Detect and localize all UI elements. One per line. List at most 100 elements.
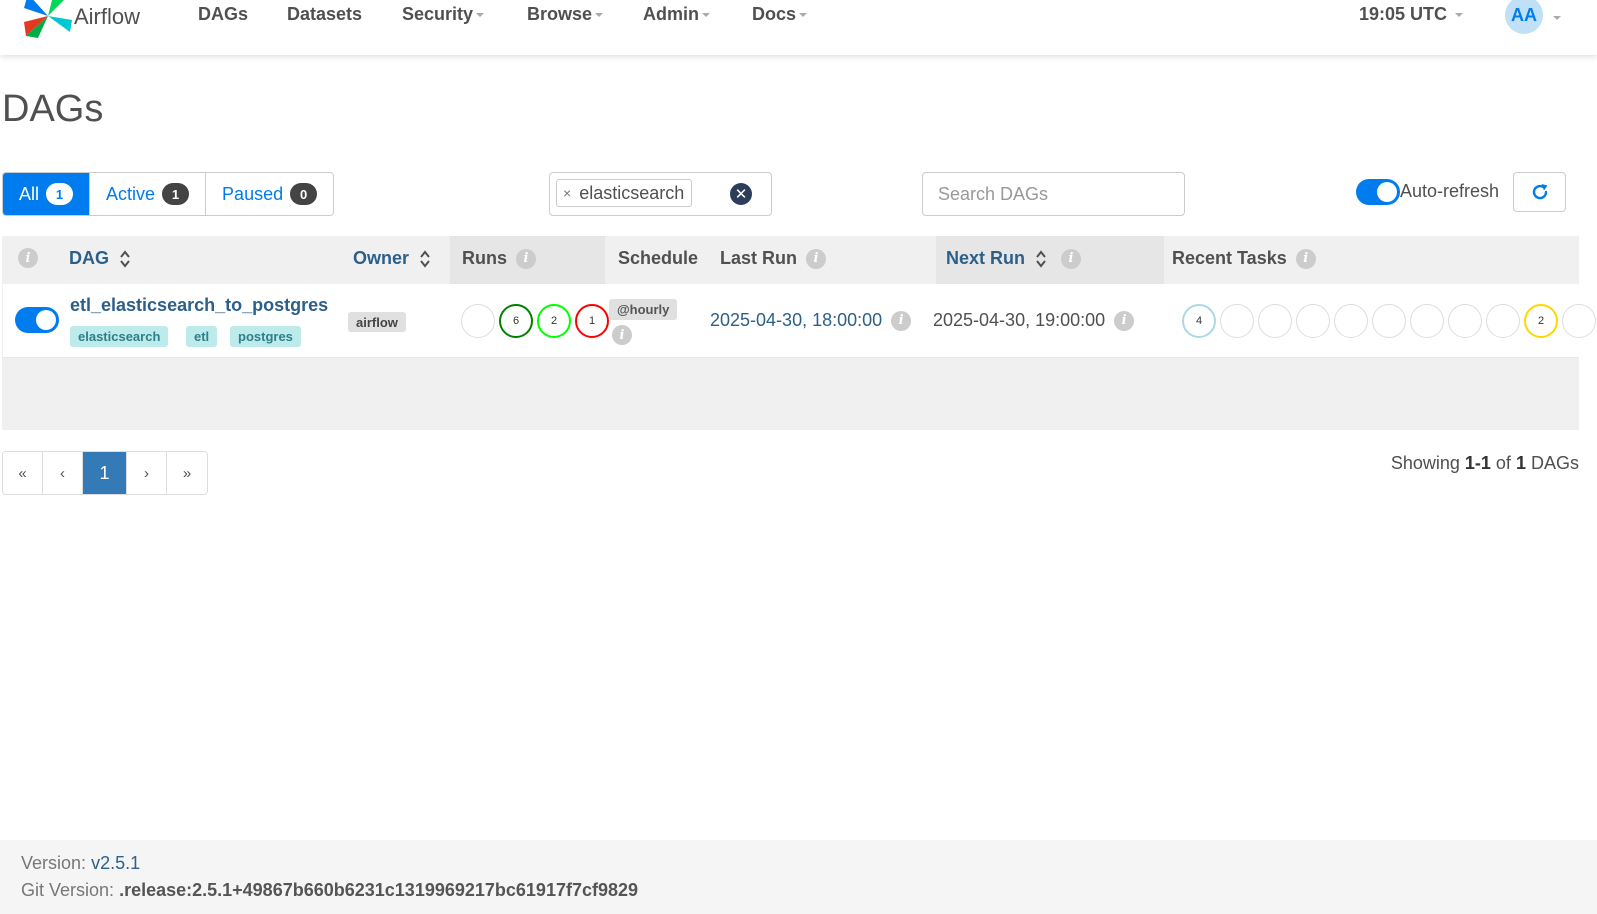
toggle-knob <box>1377 182 1397 202</box>
version-line: Version: v2.5.1 <box>21 853 1576 874</box>
chevron-down-icon <box>595 13 604 18</box>
timezone-menu[interactable]: 19:05 UTC <box>1359 4 1464 25</box>
version-link[interactable]: v2.5.1 <box>91 853 140 873</box>
last-run: 2025-04-30, 18:00:00 i <box>710 310 912 331</box>
filter-active-button[interactable]: Active 1 <box>90 173 207 215</box>
sort-icon <box>120 249 130 268</box>
auto-refresh-label: Auto-refresh <box>1400 181 1500 201</box>
page-title: DAGs <box>2 88 104 130</box>
nav-security[interactable]: Security <box>402 4 485 25</box>
chevron-down-icon <box>1455 13 1464 18</box>
task-state-circle[interactable] <box>1486 304 1520 338</box>
showing-of: of <box>1495 453 1511 473</box>
sort-icon <box>1036 249 1046 268</box>
last-run-link[interactable]: 2025-04-30, 18:00:00 <box>710 310 882 331</box>
showing-range: 1-1 <box>1464 453 1491 473</box>
run-state-circle[interactable]: 6 <box>499 304 533 338</box>
remove-tag-icon[interactable]: × <box>563 185 571 201</box>
header-next-run[interactable]: Next Run i <box>946 248 1082 269</box>
footer: Version: v2.5.1 Git Version: .release:2.… <box>0 840 1597 914</box>
first-page-button[interactable]: « <box>3 452 43 494</box>
clear-tags-icon[interactable]: ✕ <box>730 183 752 205</box>
airflow-brand[interactable]: Airflow <box>24 0 154 38</box>
header-recent-tasks-label: Recent Tasks <box>1172 248 1287 268</box>
schedule-badge: @hourly <box>609 299 678 320</box>
info-icon[interactable]: i <box>1295 248 1316 269</box>
task-state-circle[interactable] <box>1372 304 1406 338</box>
dags-table: i DAG Owner Runs i Schedule Last Run i N… <box>2 236 1596 430</box>
task-state-circle[interactable] <box>1562 304 1596 338</box>
pause-toggle[interactable] <box>15 307 59 333</box>
owner-badge[interactable]: airflow <box>348 312 406 332</box>
run-state-circle[interactable] <box>461 304 495 338</box>
filter-paused-count: 0 <box>290 183 318 205</box>
info-icon[interactable]: i <box>891 310 912 331</box>
run-state-circle[interactable]: 2 <box>537 304 571 338</box>
header-recent-tasks: Recent Tasks i <box>1172 248 1316 269</box>
header-runs-label: Runs <box>462 248 507 268</box>
task-state-circle[interactable] <box>1220 304 1254 338</box>
info-icon[interactable]: i <box>1114 310 1135 331</box>
task-state-circle[interactable] <box>1448 304 1482 338</box>
header-dag-label: DAG <box>69 248 109 268</box>
refresh-button[interactable] <box>1513 172 1566 212</box>
brand-name: Airflow <box>74 4 141 29</box>
header-schedule: Schedule <box>618 248 698 269</box>
airflow-logo-icon <box>24 0 72 38</box>
next-run: 2025-04-30, 19:00:00 i <box>933 310 1135 331</box>
header-last-run: Last Run i <box>720 248 827 269</box>
git-version-line: Git Version: .release:2.5.1+49867b660b62… <box>21 880 1576 901</box>
git-version-label: Git Version: <box>21 880 115 900</box>
toggle-knob <box>36 310 56 330</box>
info-icon[interactable]: i <box>1061 248 1082 269</box>
task-state-circle[interactable]: 2 <box>1524 304 1558 338</box>
task-state-circle[interactable] <box>1258 304 1292 338</box>
run-state-circle[interactable]: 1 <box>575 304 609 338</box>
header-next-run-label: Next Run <box>946 248 1026 268</box>
nav-admin[interactable]: Admin <box>643 4 710 25</box>
filter-paused-button[interactable]: Paused 0 <box>206 173 334 215</box>
top-navbar: Airflow DAGs Datasets Security Browse Ad… <box>0 0 1597 55</box>
filter-active-count: 1 <box>162 183 190 205</box>
chevron-down-icon <box>476 13 485 18</box>
header-last-run-label: Last Run <box>720 248 798 268</box>
user-avatar[interactable]: AA <box>1505 0 1543 34</box>
task-state-circle[interactable] <box>1296 304 1330 338</box>
dag-tag[interactable]: postgres <box>230 326 301 347</box>
dag-tag[interactable]: elasticsearch <box>70 326 169 347</box>
task-state-circle[interactable]: 4 <box>1182 304 1216 338</box>
nav-docs[interactable]: Docs <box>752 4 808 25</box>
filter-paused-label: Paused <box>222 183 284 204</box>
schedule-info-icon[interactable]: i <box>612 325 632 345</box>
last-page-button[interactable]: » <box>167 452 207 494</box>
refresh-icon <box>1532 184 1547 200</box>
search-dags-input[interactable] <box>922 172 1185 216</box>
info-icon[interactable]: i <box>18 248 38 268</box>
task-state-circle[interactable] <box>1334 304 1368 338</box>
header-dag[interactable]: DAG <box>69 248 131 269</box>
showing-prefix: Showing <box>1390 453 1460 473</box>
nav-dags[interactable]: DAGs <box>198 4 248 25</box>
prev-page-button[interactable]: ‹ <box>43 452 83 494</box>
nav-datasets[interactable]: Datasets <box>287 4 362 25</box>
filter-active-label: Active <box>106 183 156 204</box>
info-icon[interactable]: i <box>806 248 827 269</box>
showing-suffix: DAGs <box>1530 453 1579 473</box>
info-icon[interactable]: i <box>516 248 536 269</box>
header-runs: Runs i <box>462 248 536 269</box>
user-menu-chevron-icon[interactable] <box>1553 16 1561 20</box>
filter-all-label: All <box>19 183 40 204</box>
task-state-circle[interactable] <box>1410 304 1444 338</box>
auto-refresh-toggle[interactable] <box>1356 179 1400 205</box>
filter-all-button[interactable]: All 1 <box>3 173 91 215</box>
header-owner[interactable]: Owner <box>353 248 431 269</box>
table-header: i DAG Owner Runs i Schedule Last Run i N… <box>2 236 1579 284</box>
dag-tag[interactable]: etl <box>186 326 218 347</box>
tag-filter-select[interactable]: × elasticsearch ✕ <box>549 172 772 216</box>
nav-browse[interactable]: Browse <box>527 4 604 25</box>
current-page-button[interactable]: 1 <box>83 452 127 494</box>
sort-icon <box>420 249 430 268</box>
chevron-down-icon <box>799 13 808 18</box>
dag-id-link[interactable]: etl_elasticsearch_to_postgres <box>70 295 328 316</box>
next-page-button[interactable]: › <box>127 452 167 494</box>
